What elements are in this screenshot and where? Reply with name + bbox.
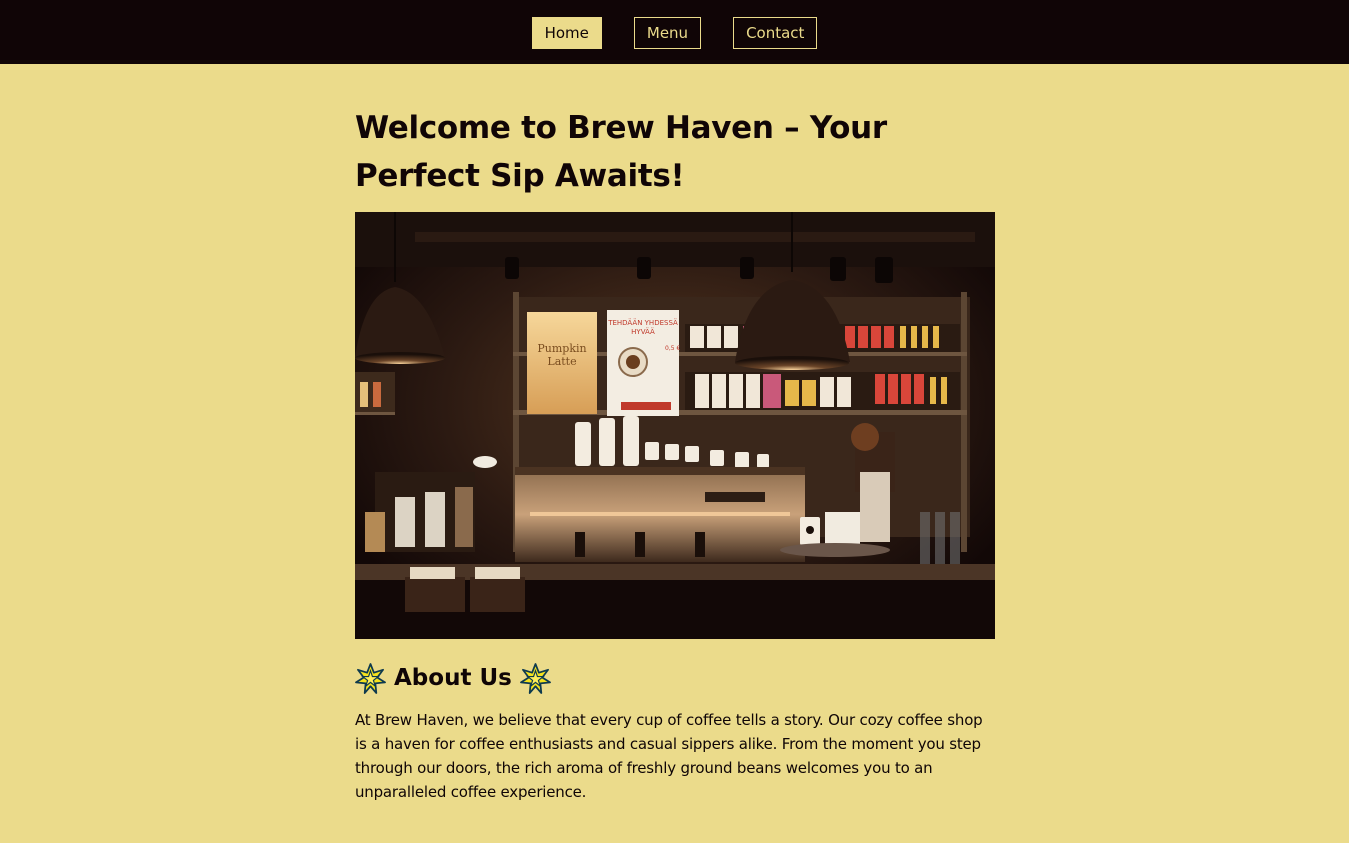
- main-content: Welcome to Brew Haven – Your Perfect Sip…: [355, 64, 995, 804]
- top-navbar: Home Menu Contact: [0, 0, 1349, 64]
- hero-image-coffee-shop: Pumpkin Latte TEHDÄÄN YHDESSÄ HYVÄÄ 0,5 …: [355, 212, 995, 639]
- nav-home-button[interactable]: Home: [531, 16, 602, 49]
- svg-text:Latte: Latte: [547, 355, 576, 368]
- svg-text:Pumpkin: Pumpkin: [537, 342, 586, 355]
- svg-text:TEHDÄÄN YHDESSÄ: TEHDÄÄN YHDESSÄ: [607, 318, 678, 327]
- about-heading: About Us: [355, 661, 995, 695]
- svg-text:HYVÄÄ: HYVÄÄ: [631, 327, 655, 336]
- svg-text:0,5 €: 0,5 €: [665, 345, 680, 352]
- star-icon: [355, 662, 386, 694]
- star-icon: [519, 662, 551, 694]
- nav-menu-button[interactable]: Menu: [633, 16, 702, 49]
- about-heading-text: About Us: [394, 665, 512, 691]
- nav-contact-button[interactable]: Contact: [733, 16, 818, 49]
- page-title: Welcome to Brew Haven – Your Perfect Sip…: [355, 110, 887, 194]
- about-paragraph: At Brew Haven, we believe that every cup…: [355, 711, 983, 801]
